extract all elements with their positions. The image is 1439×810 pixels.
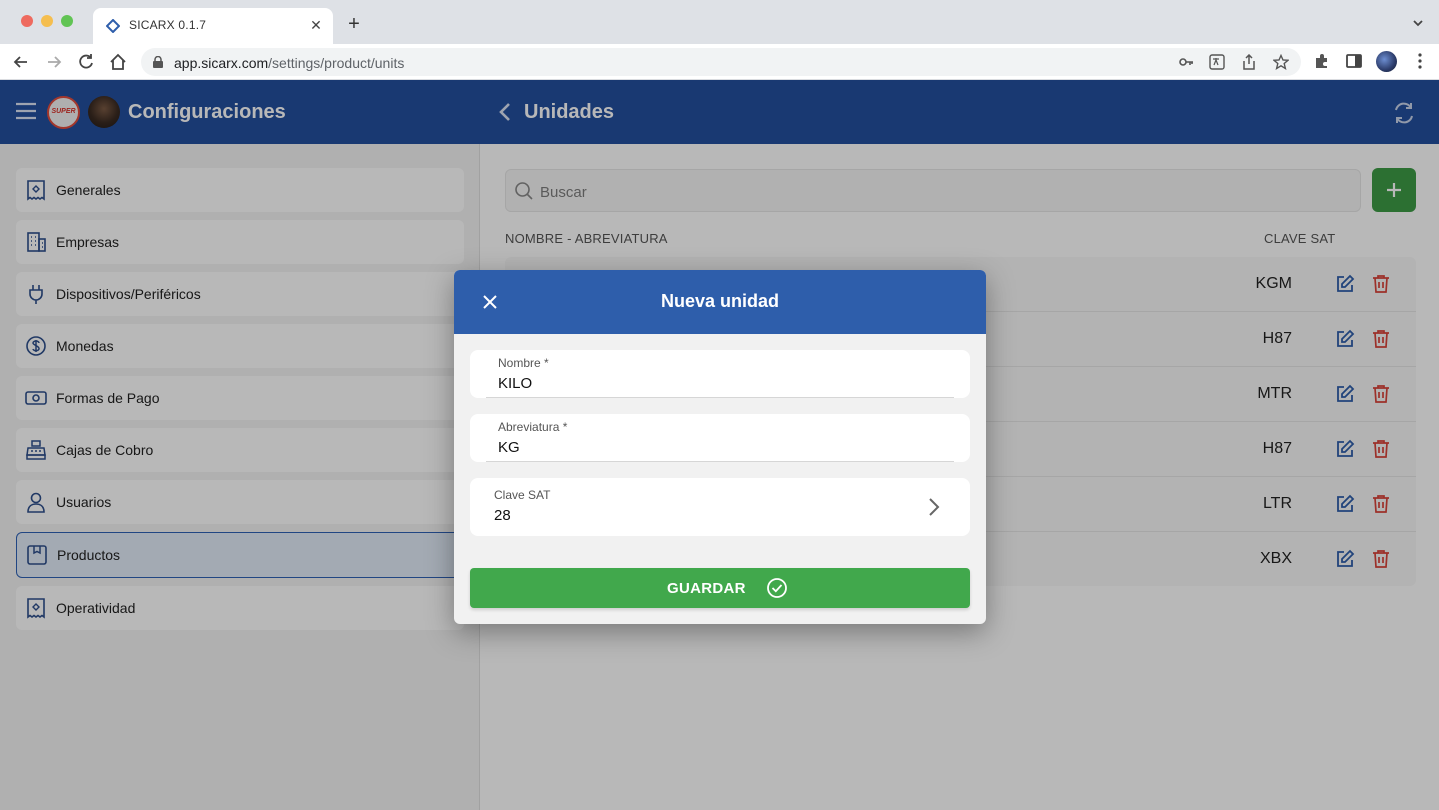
window-zoom-button[interactable] bbox=[61, 15, 73, 27]
side-panel-icon[interactable] bbox=[1345, 52, 1363, 70]
forward-arrow-icon[interactable] bbox=[44, 52, 64, 72]
browser-tab-bar: SICARX 0.1.7 ✕ + bbox=[0, 0, 1439, 44]
field-underline bbox=[486, 461, 954, 462]
home-icon[interactable] bbox=[108, 52, 128, 72]
translate-icon[interactable] bbox=[1209, 54, 1225, 70]
window-close-button[interactable] bbox=[21, 15, 33, 27]
profile-avatar[interactable] bbox=[1376, 51, 1397, 72]
nombre-field[interactable]: Nombre * KILO bbox=[470, 350, 970, 398]
share-icon[interactable] bbox=[1241, 54, 1257, 70]
clave-sat-selector[interactable]: Clave SAT 28 bbox=[470, 478, 970, 536]
nombre-label: Nombre * bbox=[498, 356, 549, 370]
new-tab-button[interactable]: + bbox=[344, 14, 364, 34]
abreviatura-label: Abreviatura * bbox=[498, 420, 568, 434]
tab-search-chevron-icon[interactable] bbox=[1411, 16, 1425, 30]
sicarx-favicon-icon bbox=[106, 19, 120, 33]
lock-icon[interactable] bbox=[153, 56, 163, 68]
modal-title: Nueva unidad bbox=[660, 291, 780, 311]
browser-menu-kebab-icon[interactable] bbox=[1411, 52, 1429, 70]
field-underline bbox=[486, 397, 954, 398]
browser-tab[interactable]: SICARX 0.1.7 ✕ bbox=[93, 8, 333, 44]
browser-toolbar: app.sicarx.com/settings/product/units bbox=[0, 44, 1439, 80]
save-button-label: GUARDAR bbox=[667, 580, 746, 597]
omnibox[interactable]: app.sicarx.com/settings/product/units bbox=[141, 48, 1301, 76]
clave-sat-label: Clave SAT bbox=[494, 488, 551, 502]
save-button[interactable]: GUARDAR bbox=[470, 568, 970, 608]
password-key-icon[interactable] bbox=[1178, 54, 1194, 70]
reload-icon[interactable] bbox=[76, 52, 96, 72]
modal-header: Nueva unidad bbox=[454, 270, 986, 334]
back-arrow-icon[interactable] bbox=[11, 52, 31, 72]
extensions-puzzle-icon[interactable] bbox=[1313, 52, 1331, 70]
check-circle-icon bbox=[767, 578, 787, 598]
abreviatura-field[interactable]: Abreviatura * KG bbox=[470, 414, 970, 462]
tab-title: SICARX 0.1.7 bbox=[129, 18, 207, 32]
abreviatura-input[interactable]: KG bbox=[498, 439, 520, 456]
clave-sat-value: 28 bbox=[494, 507, 511, 524]
url-text[interactable]: app.sicarx.com/settings/product/units bbox=[174, 55, 404, 71]
chevron-right-icon bbox=[929, 498, 940, 516]
bookmark-star-icon[interactable] bbox=[1273, 54, 1289, 70]
new-unit-modal: Nueva unidad Nombre * KILO Abreviatura *… bbox=[454, 270, 986, 624]
window-minimize-button[interactable] bbox=[41, 15, 53, 27]
nombre-input[interactable]: KILO bbox=[498, 375, 532, 392]
tab-close-icon[interactable]: ✕ bbox=[307, 16, 325, 34]
